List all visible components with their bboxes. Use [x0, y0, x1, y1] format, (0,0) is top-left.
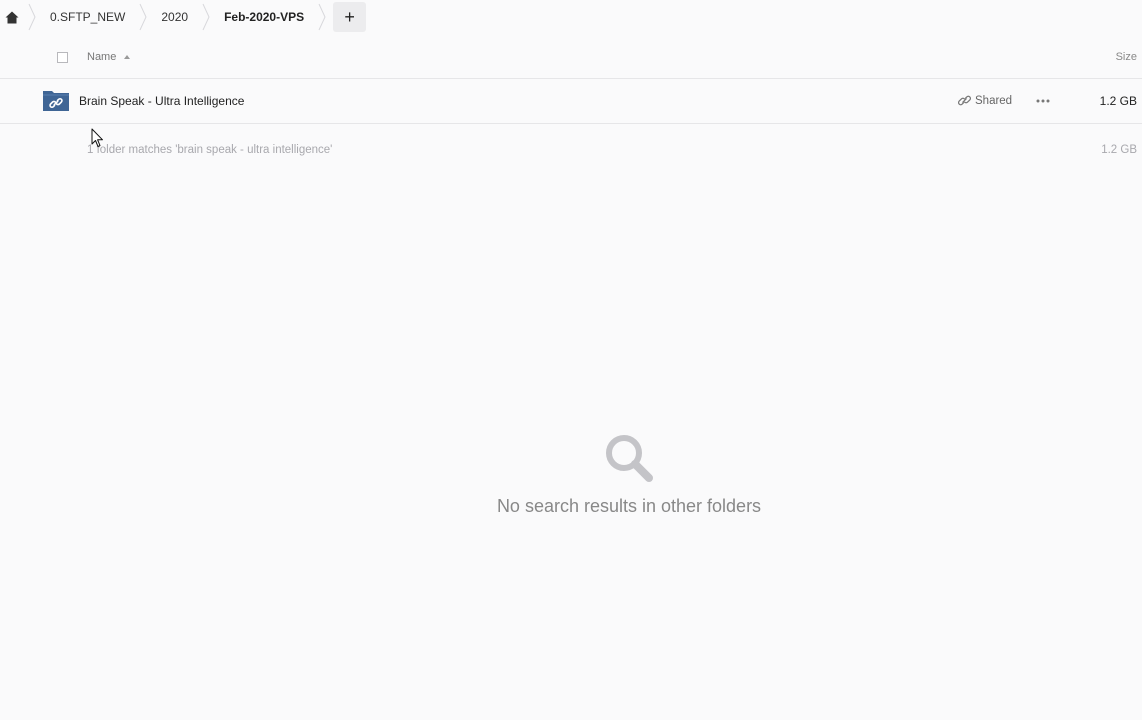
table-row[interactable]: Brain Speak - Ultra Intelligence Shared …: [0, 79, 1142, 124]
chevron-right-icon: [135, 0, 151, 34]
search-summary: 1 folder matches 'brain speak - ultra in…: [87, 144, 333, 156]
breadcrumb-item-2020[interactable]: 2020: [151, 0, 198, 34]
share-label: Shared: [975, 94, 1013, 107]
chevron-right-icon: [24, 0, 40, 34]
breadcrumb: 0.SFTP_NEW 2020 Feb-2020-VPS +: [0, 0, 1142, 34]
file-name[interactable]: Brain Speak - Ultra Intelligence: [79, 94, 244, 108]
list-header: Name Size: [0, 40, 1142, 79]
chevron-right-icon: [198, 0, 214, 34]
summary-size: 1.2 GB: [1101, 144, 1137, 156]
more-actions-icon[interactable]: [1030, 91, 1056, 111]
empty-state: No search results in other folders: [0, 432, 1142, 517]
share-status[interactable]: Shared: [958, 94, 1012, 107]
size-column-header[interactable]: Size: [1116, 51, 1137, 63]
chevron-right-icon: [314, 0, 330, 34]
file-size: 1.2 GB: [1099, 94, 1137, 108]
mouse-cursor-icon: [91, 128, 103, 147]
new-item-button[interactable]: +: [333, 2, 367, 32]
link-icon: [958, 95, 971, 106]
home-icon[interactable]: [0, 0, 24, 34]
breadcrumb-item-feb-2020-vps[interactable]: Feb-2020-VPS: [214, 0, 314, 34]
search-icon: [606, 435, 653, 482]
name-column-label: Name: [87, 51, 117, 63]
select-all-checkbox[interactable]: [57, 52, 68, 63]
sort-ascending-icon: [124, 55, 131, 59]
name-column-header[interactable]: Name: [87, 51, 131, 63]
shared-folder-icon: [43, 90, 69, 112]
empty-state-text: No search results in other folders: [496, 496, 762, 516]
breadcrumb-item-sftp-new[interactable]: 0.SFTP_NEW: [40, 0, 135, 34]
